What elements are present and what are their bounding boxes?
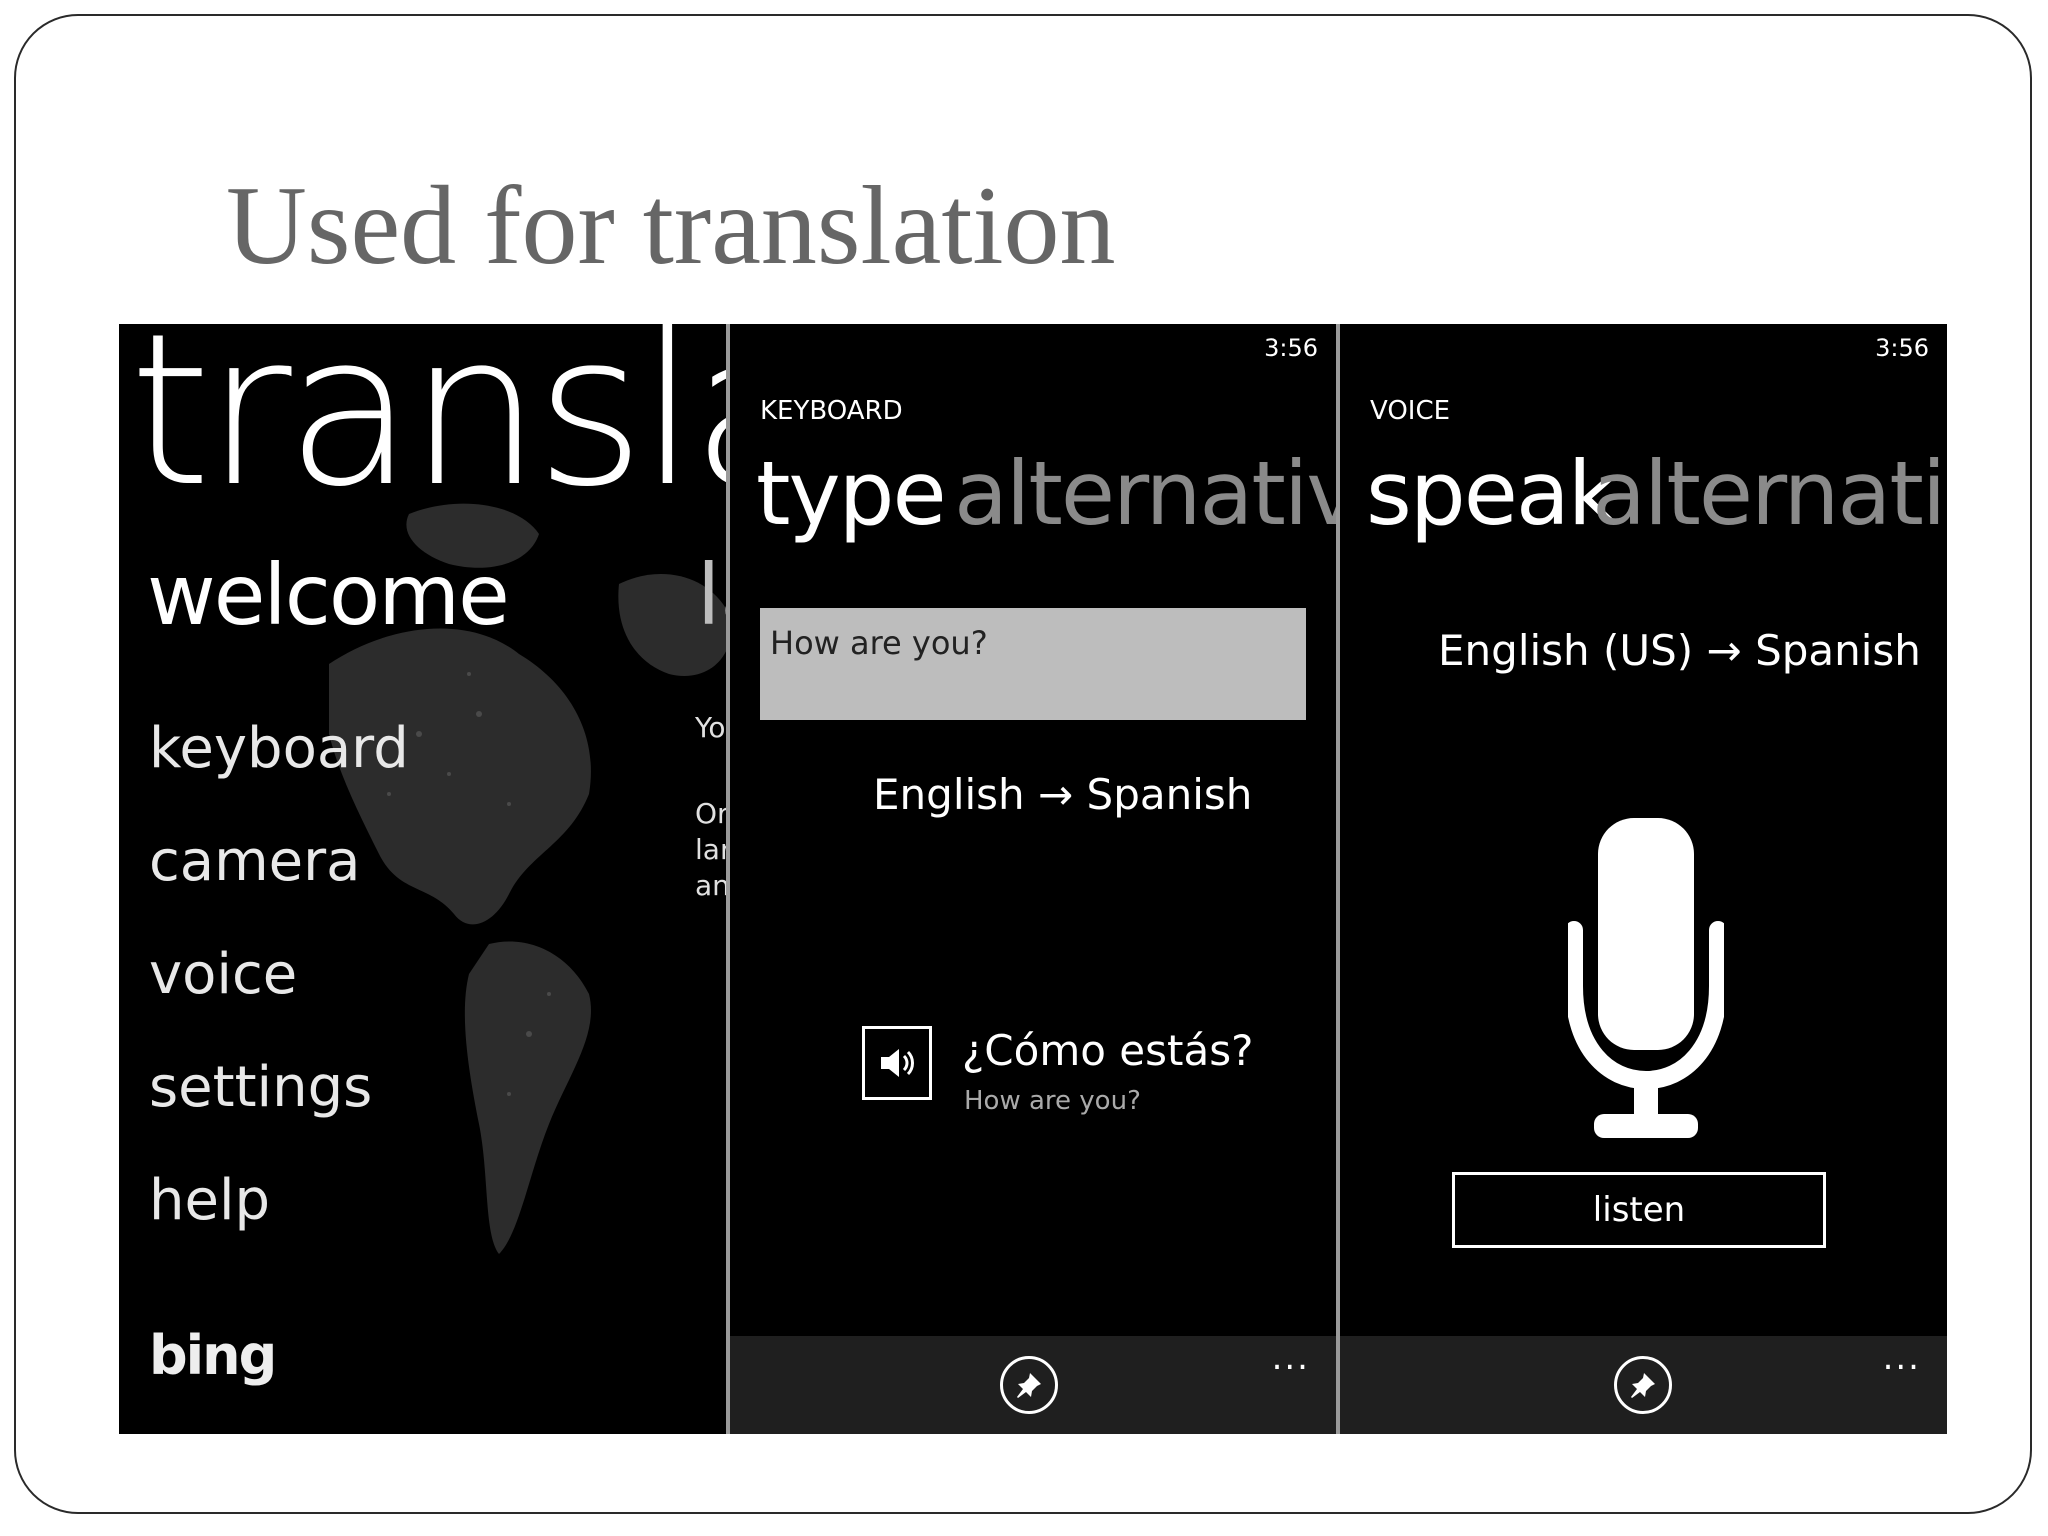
slide-title: Used for translation	[226, 164, 1116, 288]
pivot-tab-speak[interactable]: speak	[1366, 442, 1619, 545]
status-time: 3:56	[1875, 334, 1929, 362]
side-text-peek: lar	[695, 833, 726, 866]
pin-icon	[1017, 1373, 1041, 1398]
welcome-screen: transla welcome la keyboard camera voice…	[119, 324, 726, 1434]
more-options-button[interactable]: ...	[1272, 1338, 1310, 1378]
section-label: VOICE	[1370, 396, 1451, 426]
speaker-icon	[881, 1049, 914, 1077]
pin-icon	[1631, 1373, 1655, 1398]
translation-result: ¿Cómo estás?	[962, 1026, 1254, 1075]
pin-button[interactable]	[1614, 1356, 1672, 1414]
translation-source: How are you?	[964, 1086, 1141, 1116]
status-time: 3:56	[1264, 334, 1318, 362]
bing-logo: bing	[149, 1324, 277, 1387]
app-title: transla	[129, 324, 726, 533]
listen-button[interactable]: listen	[1452, 1172, 1826, 1248]
app-bar: ...	[1340, 1336, 1947, 1434]
play-audio-button[interactable]	[862, 1026, 932, 1100]
side-text-peek: Yo	[695, 711, 726, 744]
pivot-tab-alternative[interactable]: alternati	[1592, 442, 1946, 545]
section-label: KEYBOARD	[760, 396, 903, 426]
menu-item-settings[interactable]: settings	[149, 1055, 372, 1120]
side-text-peek: an	[695, 869, 726, 902]
menu-item-camera[interactable]: camera	[149, 829, 360, 894]
language-pair-selector[interactable]: English → Spanish	[873, 770, 1252, 819]
microphone-icon	[1568, 818, 1724, 1138]
welcome-heading: welcome	[147, 546, 510, 644]
menu-item-keyboard[interactable]: keyboard	[149, 716, 409, 781]
menu-item-voice[interactable]: voice	[149, 942, 297, 1007]
pin-button[interactable]	[1000, 1356, 1058, 1414]
menu-item-help[interactable]: help	[149, 1168, 270, 1233]
language-pair-selector[interactable]: English (US) → Spanish	[1438, 626, 1921, 675]
next-section-peek: la	[697, 546, 726, 644]
side-text-peek: Or	[695, 797, 726, 830]
more-options-button[interactable]: ...	[1883, 1338, 1921, 1378]
app-bar: ...	[730, 1336, 1336, 1434]
pivot-tab-type[interactable]: type	[756, 442, 947, 545]
pivot-tab-alternative[interactable]: alternative	[954, 442, 1336, 545]
voice-screen: 3:56 VOICE speak alternati English (US) …	[1340, 324, 1947, 1434]
keyboard-screen: 3:56 KEYBOARD type alternative How are y…	[730, 324, 1336, 1434]
screenshots-strip: transla welcome la keyboard camera voice…	[119, 324, 1947, 1434]
text-input[interactable]: How are you?	[760, 608, 1306, 720]
